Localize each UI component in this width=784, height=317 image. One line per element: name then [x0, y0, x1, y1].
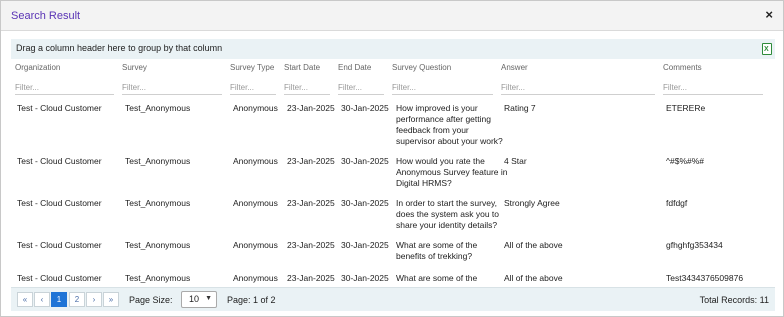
filter-answer-input[interactable]	[501, 81, 655, 95]
page-2-button[interactable]: 2	[69, 292, 85, 307]
cell-survey: Test_Anonymous	[125, 198, 191, 208]
table-row[interactable]: Test - Cloud Customer Test_Anonymous Ano…	[11, 268, 775, 286]
prev-page-button[interactable]: ‹	[34, 292, 50, 307]
table-row[interactable]: Test - Cloud Customer Test_Anonymous Ano…	[11, 98, 775, 146]
cell-survey-question: What are some of the	[396, 273, 478, 283]
close-icon[interactable]: ×	[765, 8, 773, 21]
cell-comments: ETERERe	[666, 103, 706, 113]
cell-start-date: 23-Jan-2025	[287, 273, 335, 283]
last-page-button[interactable]: »	[103, 292, 119, 307]
cell-comments: Test3434376509876	[666, 273, 744, 283]
cell-start-date: 23-Jan-2025	[287, 198, 335, 208]
cell-comments: ^#$%#%#	[666, 156, 705, 166]
cell-organization: Test - Cloud Customer	[17, 156, 102, 166]
cell-comments: fdfdgf	[666, 198, 688, 208]
column-header-answer[interactable]: Answer	[501, 63, 528, 72]
filter-comments-input[interactable]	[663, 81, 763, 95]
column-header-start-date[interactable]: Start Date	[284, 63, 320, 72]
group-by-hint: Drag a column header here to group by th…	[16, 43, 223, 53]
first-page-button[interactable]: «	[17, 292, 33, 307]
page-size-value: 10	[189, 294, 200, 304]
cell-survey-type: Anonymous	[233, 103, 278, 113]
filter-survey-type-input[interactable]	[230, 81, 276, 95]
filter-organization-input[interactable]	[15, 81, 114, 95]
excel-export-icon[interactable]: X	[762, 43, 772, 55]
cell-answer: 4 Star	[504, 156, 527, 166]
cell-organization: Test - Cloud Customer	[17, 273, 102, 283]
cell-organization: Test - Cloud Customer	[17, 198, 102, 208]
filter-end-date-input[interactable]	[338, 81, 384, 95]
cell-answer: Rating 7	[504, 103, 536, 113]
cell-answer: All of the above	[504, 273, 563, 283]
cell-organization: Test - Cloud Customer	[17, 103, 102, 113]
cell-survey: Test_Anonymous	[125, 156, 191, 166]
cell-start-date: 23-Jan-2025	[287, 156, 335, 166]
table-row[interactable]: Test - Cloud Customer Test_Anonymous Ano…	[11, 151, 775, 193]
filter-survey-question-input[interactable]	[392, 81, 493, 95]
dialog-title: Search Result	[11, 10, 81, 22]
cell-end-date: 30-Jan-2025	[341, 156, 389, 166]
cell-survey-type: Anonymous	[233, 198, 278, 208]
table-row[interactable]: Test - Cloud Customer Test_Anonymous Ano…	[11, 193, 775, 235]
page-size-label: Page Size:	[129, 295, 173, 305]
cell-survey-type: Anonymous	[233, 156, 278, 166]
column-header-organization[interactable]: Organization	[15, 63, 60, 72]
page-size-select[interactable]: 10 ▼	[181, 291, 217, 308]
cell-end-date: 30-Jan-2025	[341, 240, 389, 250]
cell-start-date: 23-Jan-2025	[287, 240, 335, 250]
cell-survey-type: Anonymous	[233, 273, 278, 283]
dialog-titlebar: Search Result ×	[1, 1, 783, 31]
filter-start-date-input[interactable]	[284, 81, 330, 95]
page-1-button[interactable]: 1	[51, 292, 67, 307]
cell-start-date: 23-Jan-2025	[287, 103, 335, 113]
cell-organization: Test - Cloud Customer	[17, 240, 102, 250]
cell-survey: Test_Anonymous	[125, 240, 191, 250]
cell-end-date: 30-Jan-2025	[341, 273, 389, 283]
cell-end-date: 30-Jan-2025	[341, 103, 389, 113]
column-header-end-date[interactable]: End Date	[338, 63, 371, 72]
column-header-survey[interactable]: Survey	[122, 63, 147, 72]
cell-survey: Test_Anonymous	[125, 273, 191, 283]
total-records: Total Records: 11	[699, 295, 769, 305]
search-result-dialog: Search Result × Drag a column header her…	[0, 0, 784, 317]
group-by-bar[interactable]: Drag a column header here to group by th…	[11, 39, 775, 59]
filter-survey-input[interactable]	[122, 81, 222, 95]
chevron-down-icon: ▼	[205, 295, 212, 302]
next-page-button[interactable]: ›	[86, 292, 102, 307]
page-info: Page: 1 of 2	[227, 295, 276, 305]
cell-survey: Test_Anonymous	[125, 103, 191, 113]
cell-survey-question: How would you rate the Anonymous Survey f…	[396, 156, 508, 188]
cell-answer: All of the above	[504, 240, 563, 250]
cell-survey-type: Anonymous	[233, 240, 278, 250]
column-header-survey-question[interactable]: Survey Question	[392, 63, 451, 72]
cell-answer: Strongly Agree	[504, 198, 560, 208]
cell-end-date: 30-Jan-2025	[341, 198, 389, 208]
results-grid-body[interactable]: Test - Cloud Customer Test_Anonymous Ano…	[11, 98, 775, 286]
cell-comments: gfhghfg353434	[666, 240, 723, 250]
column-header-comments[interactable]: Comments	[663, 63, 702, 72]
cell-survey-question: How improved is your performance after ge…	[396, 103, 503, 146]
cell-survey-question: What are some of the benefits of trekking…	[396, 240, 478, 261]
pager-bar: « ‹ 1 2 › » Page Size: 10 ▼ Page: 1 of 2…	[11, 287, 775, 311]
cell-survey-question: In order to start the survey, does the sy…	[396, 198, 499, 230]
column-header-survey-type[interactable]: Survey Type	[230, 63, 274, 72]
